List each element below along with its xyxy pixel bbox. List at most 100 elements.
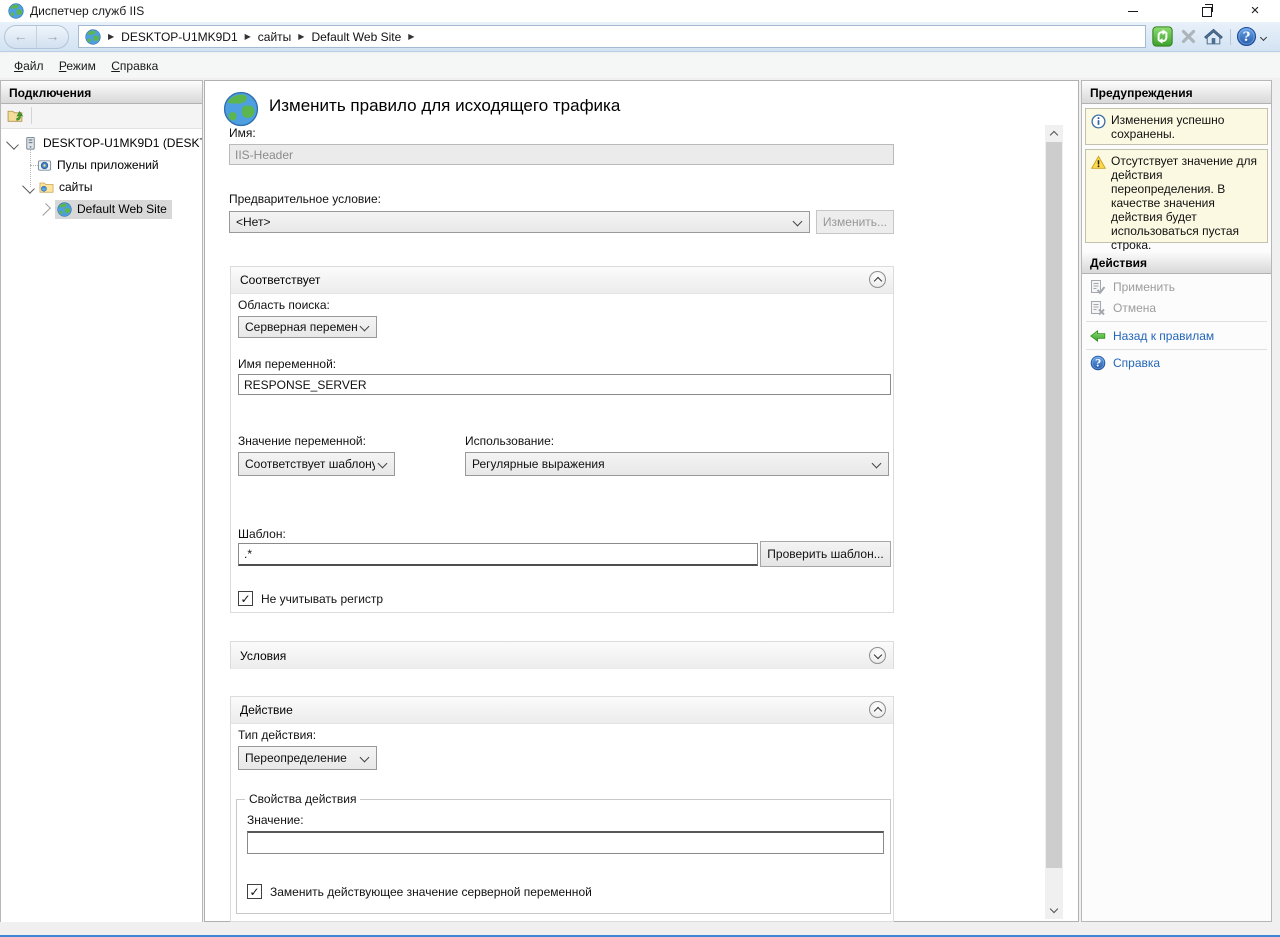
variable-value-select[interactable]: Соответствует шаблону: [238, 452, 395, 476]
help-dropdown-caret[interactable]: [1260, 34, 1267, 41]
tree-item-label: Default Web Site: [77, 202, 167, 216]
restore-button[interactable]: [1184, 0, 1230, 22]
collapse-section-button[interactable]: [869, 701, 886, 718]
navigation-toolbar: ← → ▶ DESKTOP-U1MK9D1 ▶ сайты ▶ Default …: [0, 22, 1280, 52]
tree-item-app-pools[interactable]: Пулы приложений: [37, 155, 159, 175]
save-connection-icon[interactable]: [7, 107, 24, 124]
expand-section-button[interactable]: [869, 647, 886, 664]
back-to-rules-link[interactable]: Назад к правилам: [1082, 326, 1271, 346]
chevron-right-icon[interactable]: [38, 203, 51, 216]
minimize-icon: [1128, 11, 1138, 12]
restart-button[interactable]: [1152, 26, 1174, 48]
replace-value-checkbox-row[interactable]: ✓ Заменить действующее значение серверно…: [247, 884, 592, 899]
home-icon: [1203, 26, 1224, 47]
ignore-case-checkbox-row[interactable]: ✓ Не учитывать регистр: [238, 591, 383, 606]
edit-precondition-button: Изменить...: [816, 210, 894, 234]
iis-manager-window: Диспетчер служб IIS × ← → ▶ DESKTOP-U1MK…: [0, 0, 1280, 937]
chevron-down-icon: [360, 752, 370, 762]
chevron-up-icon: [1050, 131, 1058, 139]
chevron-down-icon: [378, 458, 388, 468]
using-value: Регулярные выражения: [472, 457, 869, 471]
warning-alert: Отсутствует значение для действия переоп…: [1085, 149, 1268, 243]
precondition-select[interactable]: <Нет>: [229, 211, 810, 233]
checkbox-checked-icon: ✓: [247, 884, 262, 899]
tree-item-default-web-site[interactable]: Default Web Site: [39, 199, 172, 219]
help-button[interactable]: [1236, 26, 1258, 48]
variable-name-input[interactable]: [238, 374, 891, 395]
breadcrumb-arrow-icon: ▶: [245, 32, 251, 42]
action-type-label: Тип действия:: [238, 728, 316, 742]
tree-selection-highlight: Default Web Site: [55, 200, 172, 219]
menu-view[interactable]: Режим: [53, 59, 102, 73]
help-icon: [1236, 26, 1257, 47]
bottom-strip: [0, 922, 1280, 935]
using-label: Использование:: [465, 434, 554, 448]
toolbar-divider: [31, 107, 32, 124]
connections-tree: DESKTOP-U1MK9D1 (DESKTOP Пулы приложений…: [1, 129, 202, 922]
checkbox-checked-icon: ✓: [238, 591, 253, 606]
workspace: Подключения DESKTOP-U1MK9D1 (DESKTOP Пул…: [0, 80, 1280, 922]
collapse-section-button[interactable]: [869, 271, 886, 288]
test-pattern-button[interactable]: Проверить шаблон...: [760, 541, 891, 567]
home-button[interactable]: [1203, 26, 1225, 48]
conditions-section-header: Условия: [231, 642, 893, 669]
action-section-header: Действие: [231, 697, 893, 724]
scrollbar-thumb[interactable]: [1046, 142, 1062, 868]
close-button[interactable]: ×: [1232, 0, 1278, 22]
action-section: Действие Тип действия: Переопределение С…: [230, 696, 894, 922]
page-title: Изменить правило для исходящего трафика: [269, 96, 620, 116]
help-circle-icon: [1090, 355, 1106, 371]
chevron-up-icon: [874, 277, 882, 285]
action-type-value: Переопределение: [245, 751, 357, 765]
address-bar[interactable]: ▶ DESKTOP-U1MK9D1 ▶ сайты ▶ Default Web …: [78, 25, 1146, 48]
scope-select[interactable]: Серверная переменн: [238, 316, 377, 338]
breadcrumb-sites[interactable]: сайты: [258, 30, 292, 44]
minimize-button[interactable]: [1110, 0, 1156, 22]
chevron-down-icon[interactable]: [6, 137, 19, 150]
menu-help[interactable]: Справка: [105, 59, 164, 73]
app-pools-icon: [37, 158, 52, 173]
pattern-input[interactable]: [238, 543, 758, 566]
connections-panel: Подключения DESKTOP-U1MK9D1 (DESKTOP Пул…: [0, 80, 203, 922]
breadcrumb-site[interactable]: Default Web Site: [311, 30, 401, 44]
scroll-down-button[interactable]: [1045, 902, 1063, 919]
breadcrumb-server[interactable]: DESKTOP-U1MK9D1: [121, 30, 237, 44]
tree-item-server[interactable]: DESKTOP-U1MK9D1 (DESKTOP: [7, 133, 202, 153]
tree-item-sites[interactable]: сайты: [23, 177, 93, 197]
action-section-title: Действие: [240, 703, 293, 717]
back-arrow-icon: [1090, 328, 1106, 344]
chevron-down-icon: [874, 651, 882, 659]
action-value-label: Значение:: [247, 813, 304, 827]
toolbar-divider: [1230, 29, 1231, 45]
stop-button: [1178, 26, 1200, 48]
precondition-value: <Нет>: [236, 215, 790, 229]
chevron-down-icon[interactable]: [22, 181, 35, 194]
info-alert-text: Изменения успешно сохранены.: [1111, 113, 1224, 141]
actions-header: Действия: [1082, 251, 1271, 274]
variable-value-label: Значение переменной:: [238, 434, 366, 448]
match-section: Соответствует Область поиска: Серверная …: [230, 266, 894, 613]
action-type-select[interactable]: Переопределение: [238, 746, 377, 770]
name-input: [229, 144, 894, 165]
scroll-up-button[interactable]: [1045, 125, 1063, 142]
scope-value: Серверная переменн: [245, 320, 357, 334]
menu-file[interactable]: Файл: [8, 59, 50, 73]
breadcrumb-arrow-icon: ▶: [108, 32, 114, 42]
scope-label: Область поиска:: [238, 298, 330, 312]
actions-divider: [1086, 349, 1267, 350]
globe-icon: [85, 29, 101, 45]
action-value-input[interactable]: [247, 831, 884, 854]
chevron-down-icon: [360, 321, 370, 331]
variable-name-label: Имя переменной:: [238, 357, 336, 371]
apply-icon: [1090, 279, 1106, 295]
vertical-scrollbar[interactable]: [1045, 125, 1063, 919]
help-link[interactable]: Справка: [1082, 353, 1271, 373]
using-select[interactable]: Регулярные выражения: [465, 452, 889, 476]
chevron-down-icon: [1050, 905, 1058, 913]
restore-icon: [1202, 7, 1212, 17]
apply-action: Применить: [1082, 277, 1271, 297]
cancel-icon: [1090, 300, 1106, 316]
back-to-rules-label: Назад к правилам: [1113, 329, 1214, 343]
name-label: Имя:: [229, 126, 256, 140]
conditions-section: Условия: [230, 641, 894, 669]
